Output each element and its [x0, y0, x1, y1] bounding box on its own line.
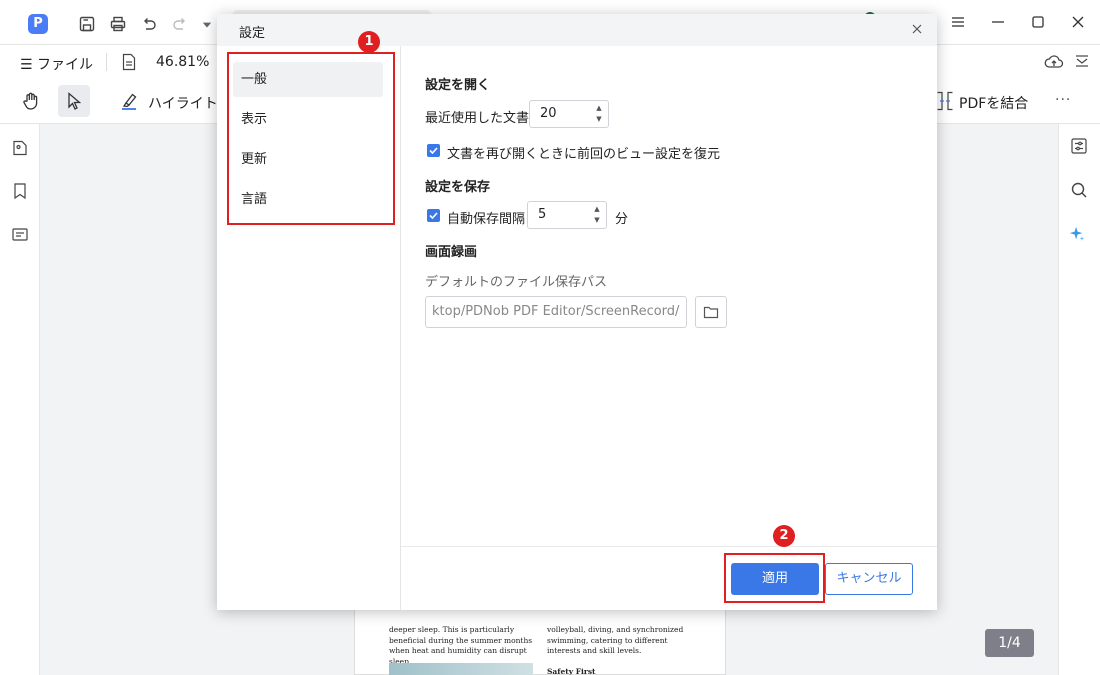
page-fit-icon[interactable]: [121, 53, 137, 71]
autosave-checkbox[interactable]: [427, 209, 440, 222]
screen-record-title: 画面録画: [425, 245, 478, 260]
recent-docs-stepper[interactable]: 20 ▲ ▼: [529, 100, 609, 128]
pointer-icon: [68, 92, 82, 110]
menu-icon[interactable]: [948, 12, 968, 32]
cancel-button[interactable]: キャンセル: [825, 563, 913, 595]
undo-icon[interactable]: [139, 14, 159, 34]
dialog-footer: 適用 キャンセル: [401, 546, 937, 610]
divider: [106, 53, 107, 71]
dialog-title: 設定: [239, 26, 266, 41]
browse-folder-button[interactable]: [695, 296, 727, 328]
highlight-icon: [122, 93, 137, 110]
left-sidebar: [0, 124, 40, 675]
redo-icon[interactable]: [170, 14, 190, 34]
print-icon[interactable]: [108, 14, 128, 34]
right-sidebar: [1058, 124, 1100, 675]
save-settings-title: 設定を保存: [425, 180, 491, 195]
page-indicator: 1/4: [985, 629, 1034, 657]
autosave-value: 5: [538, 207, 547, 222]
thumbnail-icon[interactable]: [10, 138, 30, 158]
dialog-close-icon[interactable]: [911, 23, 923, 35]
settings-dialog: 設定 一般 表示 更新 言語 設定を開く 最近使用した文書 20 ▲ ▼ 文書を再…: [217, 14, 937, 610]
restore-view-checkbox[interactable]: [427, 144, 440, 157]
settings-content: 設定を開く 最近使用した文書 20 ▲ ▼ 文書を再び開くときに前回のビュー設定を…: [401, 46, 937, 546]
hand-icon: [23, 92, 38, 110]
close-icon[interactable]: [1068, 12, 1088, 32]
save-icon[interactable]: [77, 14, 97, 34]
autosave-label[interactable]: 自動保存間隔: [447, 208, 525, 227]
app-logo: P: [28, 14, 48, 34]
annotation-badge-2: 2: [773, 525, 795, 547]
autosave-stepper[interactable]: 5 ▲ ▼: [527, 201, 607, 229]
maximize-icon[interactable]: [1028, 12, 1048, 32]
ai-sparkle-icon[interactable]: [1067, 224, 1087, 244]
highlight-tool-button[interactable]: [113, 85, 145, 117]
recent-docs-label: 最近使用した文書: [425, 111, 530, 126]
folder-icon: [703, 306, 719, 319]
annotation-badge-1: 1: [358, 31, 380, 53]
dialog-header: 設定: [217, 14, 937, 46]
pdf-text-right: volleyball, diving, and synchronized swi…: [547, 625, 684, 655]
check-icon: [429, 147, 438, 155]
properties-icon[interactable]: [1069, 136, 1089, 156]
stepper-arrows-icon[interactable]: ▲ ▼: [594, 103, 604, 125]
zoom-level[interactable]: 46.81%: [156, 54, 209, 70]
collapse-toolbar-icon[interactable]: [1074, 53, 1090, 69]
cloud-upload-icon[interactable]: [1044, 53, 1064, 71]
comment-icon[interactable]: [10, 225, 30, 245]
more-tools-button[interactable]: ···: [1055, 92, 1071, 108]
annotation-box-nav: [227, 52, 395, 225]
file-menu-label: ファイル: [37, 57, 94, 73]
search-icon[interactable]: [1069, 180, 1089, 200]
dropdown-icon[interactable]: [200, 14, 214, 34]
pdf-image: [389, 663, 533, 675]
merge-pdf-button[interactable]: PDFを結合: [959, 93, 1028, 113]
autosave-unit: 分: [615, 212, 629, 227]
open-settings-title: 設定を開く: [425, 78, 491, 93]
hand-tool-button[interactable]: [15, 85, 47, 117]
highlight-label[interactable]: ハイライト: [148, 93, 218, 113]
save-path-label: デフォルトのファイル保存パス: [425, 275, 608, 290]
stepper-arrows-icon[interactable]: ▲ ▼: [592, 204, 602, 226]
bookmark-icon[interactable]: [10, 181, 30, 201]
save-path-input[interactable]: ktop/PDNob PDF Editor/ScreenRecord/: [425, 296, 687, 328]
recent-docs-value: 20: [540, 106, 557, 121]
pdf-page: deeper sleep. This is particularly benef…: [354, 606, 726, 675]
minimize-icon[interactable]: [988, 12, 1008, 32]
restore-view-label[interactable]: 文書を再び開くときに前回のビュー設定を復元: [447, 143, 720, 162]
merge-pdf-icon[interactable]: [936, 91, 954, 111]
pdf-heading: Safety First: [547, 667, 596, 675]
select-tool-button[interactable]: [58, 85, 90, 117]
check-icon: [429, 212, 438, 220]
pdf-text-left: deeper sleep. This is particularly benef…: [389, 625, 533, 666]
file-menu[interactable]: ☰ ファイル: [20, 54, 93, 74]
annotation-box-apply: [724, 553, 825, 603]
